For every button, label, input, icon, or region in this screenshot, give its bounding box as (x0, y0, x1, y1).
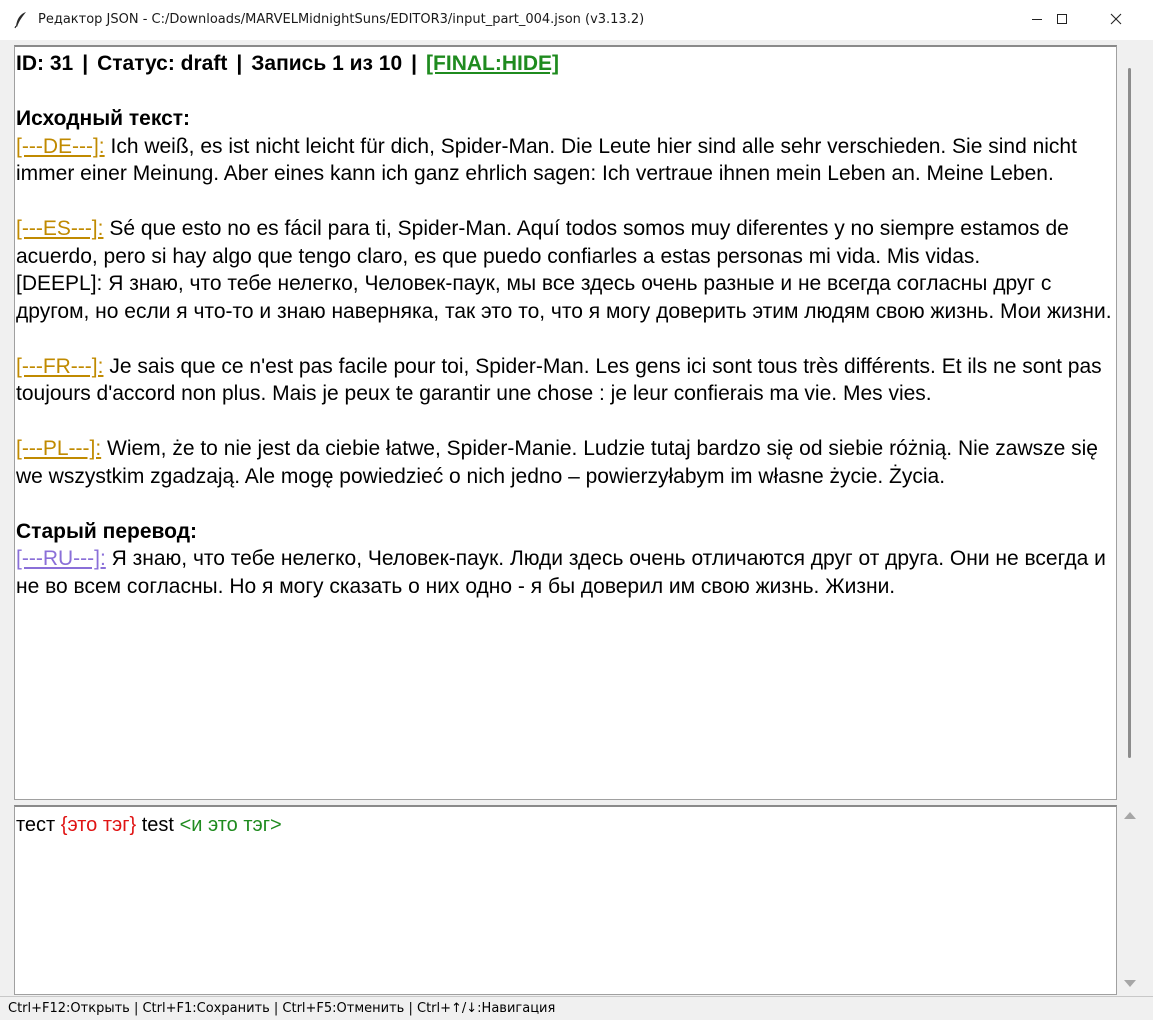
es-lang-tag[interactable]: [---ES---]: (16, 217, 103, 240)
es-text: Sé que esto no es fácil para ti, Spider-… (16, 217, 1069, 268)
deepl-text: [DEEPL]: Я знаю, что тебе нелегко, Челов… (16, 272, 1112, 323)
old-translation-title: Старый перевод: (16, 519, 198, 543)
pl-text: Wiem, że to nie jest da ciebie łatwe, Sp… (16, 437, 1098, 488)
source-text-view[interactable]: ID: 31 | Статус: draft | Запись 1 из 10 | [FIN… (14, 45, 1117, 800)
scrollbar-top-pane[interactable] (1128, 68, 1131, 758)
ru-text-block: [---RU---]: Я знаю, что тебе нелегко, Че… (16, 545, 1116, 600)
fr-text: Je sais que ce n'est pas facile pour toi… (16, 354, 1102, 406)
editor-text: test (141, 814, 174, 836)
shortcuts-hint: Ctrl+F12:Открыть | Ctrl+F1:Сохранить | C… (8, 1001, 556, 1016)
scroll-up-arrow-icon[interactable] (1124, 812, 1136, 819)
maximize-button[interactable] (1040, 0, 1086, 40)
editor-text: тест (16, 814, 56, 836)
fr-lang-tag[interactable]: [---FR---]: (16, 355, 103, 378)
de-lang-tag[interactable]: [---DE---]: (16, 135, 105, 158)
angle-tag: <и это тэг> (179, 814, 282, 836)
ru-lang-tag[interactable]: [---RU---]: (16, 547, 106, 570)
de-text-block: [---DE---]: Ich weiß, es ist nicht leich… (16, 133, 1116, 188)
title-bar[interactable]: Редактор JSON - C:/Downloads/MARVELMidni… (0, 0, 1153, 40)
curly-tag: {это тэг} (60, 814, 137, 836)
window-title: Редактор JSON - C:/Downloads/MARVELMidni… (38, 12, 645, 27)
de-text: Ich weiß, es ist nicht leicht für dich, … (16, 134, 1077, 186)
ru-text: Я знаю, что тебе нелегко, Человек-паук. … (16, 547, 1106, 598)
scrollbar-editor[interactable] (1122, 805, 1138, 995)
record-status: Статус: draft (97, 52, 228, 75)
separator: | (82, 52, 89, 75)
translation-editor[interactable]: тест {это тэг} test <и это тэг> (14, 805, 1117, 995)
separator: | (411, 52, 418, 75)
pl-text-block: [---PL---]: Wiem, że to nie jest da cieb… (16, 435, 1116, 490)
record-counter: Запись 1 из 10 (251, 52, 403, 75)
pl-lang-tag[interactable]: [---PL---]: (16, 437, 101, 460)
es-text-block: [---ES---]: Sé que esto no es fácil para… (16, 215, 1116, 270)
status-bar: Ctrl+F12:Открыть | Ctrl+F1:Сохранить | C… (0, 996, 1153, 1020)
record-header: ID: 31 | Статус: draft | Запись 1 из 10 | [FIN… (16, 50, 1116, 78)
final-hide-tag[interactable]: [FINAL:HIDE] (426, 52, 559, 75)
separator: | (236, 52, 243, 75)
close-button[interactable] (1094, 0, 1140, 40)
fr-text-block: [---FR---]: Je sais que ce n'est pas fac… (16, 353, 1116, 408)
scroll-down-arrow-icon[interactable] (1124, 980, 1136, 987)
source-title: Исходный текст: (16, 107, 191, 130)
record-id: ID: 31 (16, 52, 74, 75)
feather-icon (13, 11, 29, 29)
